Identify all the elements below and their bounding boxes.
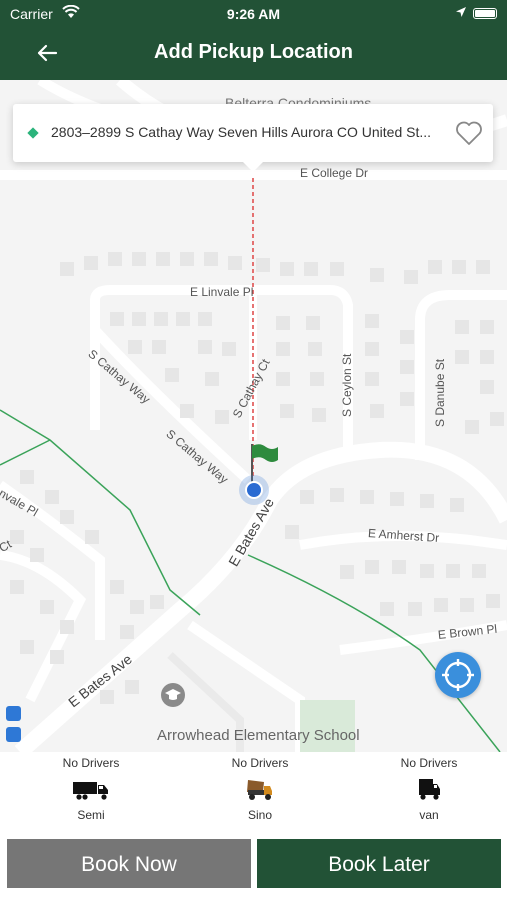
street-label-danube: S Danube St [433, 358, 447, 427]
locate-me-button[interactable] [435, 652, 481, 698]
school-label: Arrowhead Elementary School [157, 727, 360, 744]
vehicle-name: Sino [247, 808, 273, 822]
battery-icon [473, 8, 497, 19]
current-location-dot [239, 475, 269, 505]
vehicle-option-semi[interactable]: No Drivers Semi [31, 756, 151, 822]
street-label-linvale: E Linvale Pl [190, 285, 254, 299]
street-label-ceylon: S Ceylon St [340, 353, 354, 417]
heart-icon[interactable] [455, 120, 483, 146]
address-text[interactable]: 2803–2899 S Cathay Way Seven Hills Auror… [51, 124, 451, 140]
clock: 9:26 AM [226, 6, 281, 22]
street-label-college: E College Dr [300, 166, 369, 180]
van-icon [419, 779, 440, 800]
book-now-button[interactable]: Book Now [7, 839, 251, 888]
address-card[interactable]: 2803–2899 S Cathay Way Seven Hills Auror… [13, 104, 493, 172]
crosshair-icon [442, 659, 474, 691]
dump-truck-icon [247, 780, 272, 800]
map-canvas [0, 80, 507, 752]
status-bar: Carrier 9:26 AM [0, 0, 507, 28]
vehicle-status: No Drivers [400, 756, 458, 770]
location-arrow-icon [456, 7, 466, 17]
map-view[interactable]: E College Dr E Linvale Pl S Cathay Way S… [0, 80, 507, 752]
card-pointer [243, 162, 263, 172]
school-icon [161, 683, 185, 707]
bus-stop-icon[interactable] [6, 727, 21, 742]
vehicle-option-sino[interactable]: No Drivers Sino [200, 756, 320, 822]
location-diamond-icon [27, 127, 39, 139]
vehicle-status: No Drivers [62, 756, 120, 770]
bus-stop-icon[interactable] [6, 706, 21, 721]
book-later-button[interactable]: Book Later [257, 839, 501, 888]
nav-bar: Add Pickup Location [0, 28, 507, 80]
vehicle-status: No Drivers [231, 756, 289, 770]
action-bar: Book Now Book Later [0, 836, 507, 900]
vehicle-option-van[interactable]: No Drivers van [369, 756, 489, 822]
page-title: Add Pickup Location [154, 41, 353, 63]
vehicle-name: Semi [77, 808, 105, 822]
semi-truck-icon [73, 782, 108, 800]
vehicle-selector: No Drivers Semi No Drivers Sino No Drive… [0, 752, 507, 836]
vehicle-name: van [419, 808, 439, 822]
